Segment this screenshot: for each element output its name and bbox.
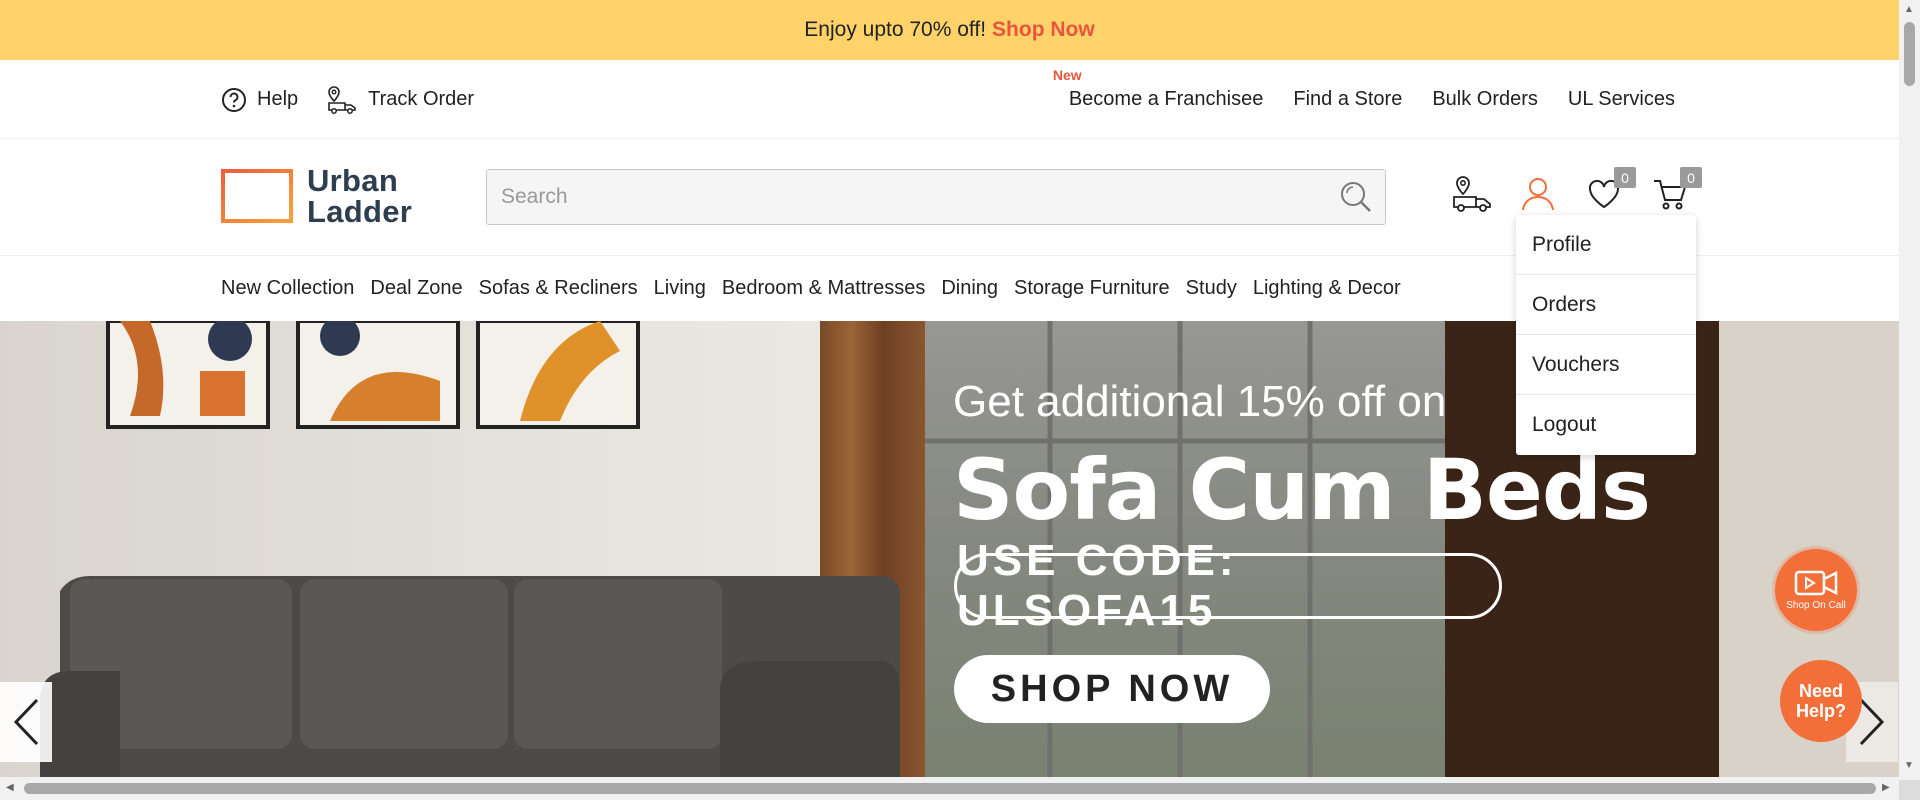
hero-subheading: Get additional 15% off on <box>953 377 1447 426</box>
shop-on-call-label: Shop On Call <box>1786 599 1846 611</box>
horizontal-scrollbar[interactable]: ◀ ▶ <box>0 777 1899 800</box>
ul-services-link[interactable]: UL Services <box>1568 88 1675 111</box>
scroll-down-icon[interactable]: ▼ <box>1904 760 1914 771</box>
shop-on-call-button[interactable]: Shop On Call <box>1775 549 1857 631</box>
become-franchisee-link[interactable]: New Become a Franchisee <box>1053 67 1264 111</box>
scroll-left-icon[interactable]: ◀ <box>6 782 14 793</box>
nav-item-living[interactable]: Living <box>654 277 706 300</box>
search-box <box>486 169 1386 225</box>
wishlist-count-badge: 0 <box>1614 167 1636 188</box>
account-button[interactable] <box>1518 173 1558 215</box>
logo-line2: Ladder <box>307 194 413 229</box>
promo-shop-now-link[interactable]: Shop Now <box>992 18 1095 42</box>
nav-item-storage-furniture[interactable]: Storage Furniture <box>1014 277 1170 300</box>
help-label: Help <box>257 88 299 110</box>
logo[interactable]: Urban Ladder <box>221 165 412 227</box>
nav-item-lighting-decor[interactable]: Lighting & Decor <box>1253 277 1401 300</box>
scroll-up-icon[interactable]: ▲ <box>1904 4 1914 15</box>
menu-item-vouchers[interactable]: Vouchers <box>1516 335 1696 395</box>
track-order-header-button[interactable] <box>1452 173 1492 215</box>
become-franchisee-label: Become a Franchisee <box>1068 88 1264 110</box>
logo-line1: Urban <box>307 163 399 198</box>
logo-text: Urban Ladder <box>307 165 412 227</box>
menu-item-logout[interactable]: Logout <box>1516 395 1696 455</box>
nav-item-deal-zone[interactable]: Deal Zone <box>370 277 462 300</box>
nav-item-study[interactable]: Study <box>1186 277 1237 300</box>
cart-button[interactable]: 0 <box>1650 167 1702 215</box>
promo-bar: Enjoy upto 70% off! Shop Now <box>0 0 1899 60</box>
vertical-scroll-thumb[interactable] <box>1904 22 1915 86</box>
scrollbar-corner <box>1899 780 1920 800</box>
horizontal-scroll-thumb[interactable] <box>24 783 1876 794</box>
cart-count-badge: 0 <box>1680 167 1702 188</box>
search-icon[interactable] <box>1339 180 1373 214</box>
video-call-icon <box>1794 570 1838 595</box>
menu-item-profile[interactable]: Profile <box>1516 215 1696 275</box>
nav-item-bedroom-mattresses[interactable]: Bedroom & Mattresses <box>722 277 925 300</box>
delivery-truck-icon <box>1453 176 1491 212</box>
hero-promo-code: USE CODE: ULSOFA15 <box>954 536 1502 635</box>
search-input[interactable] <box>487 170 1307 224</box>
wishlist-button[interactable]: 0 <box>1584 167 1636 215</box>
help-link[interactable]: Help <box>221 87 298 113</box>
logo-mark-icon <box>221 169 293 223</box>
track-order-link[interactable]: Track Order <box>326 85 474 115</box>
bulk-orders-link[interactable]: Bulk Orders <box>1432 88 1538 111</box>
vertical-scrollbar[interactable]: ▲ ▼ <box>1899 0 1920 780</box>
track-order-label: Track Order <box>368 88 475 110</box>
nav-item-sofas-recliners[interactable]: Sofas & Recliners <box>479 277 638 300</box>
utility-bar: Help Track Order New Become a Franchisee… <box>0 60 1899 139</box>
nav-item-dining[interactable]: Dining <box>941 277 998 300</box>
menu-item-orders[interactable]: Orders <box>1516 275 1696 335</box>
need-help-button[interactable]: Need Help? <box>1780 660 1862 742</box>
promo-text: Enjoy upto 70% off! <box>804 18 987 41</box>
track-order-icon <box>328 85 356 114</box>
hero-heading: Sofa Cum Beds <box>953 441 1651 539</box>
find-store-link[interactable]: Find a Store <box>1293 88 1402 111</box>
help-icon <box>222 87 246 112</box>
new-badge: New <box>1052 67 1082 83</box>
nav-item-new-collection[interactable]: New Collection <box>221 277 354 300</box>
carousel-prev-button[interactable] <box>0 682 52 762</box>
scroll-right-icon[interactable]: ▶ <box>1882 782 1890 793</box>
chevron-left-icon <box>13 698 39 746</box>
account-dropdown-menu: Profile Orders Vouchers Logout <box>1516 215 1696 455</box>
user-icon <box>1522 178 1554 211</box>
hero-shop-now-button[interactable]: SHOP NOW <box>954 655 1270 723</box>
